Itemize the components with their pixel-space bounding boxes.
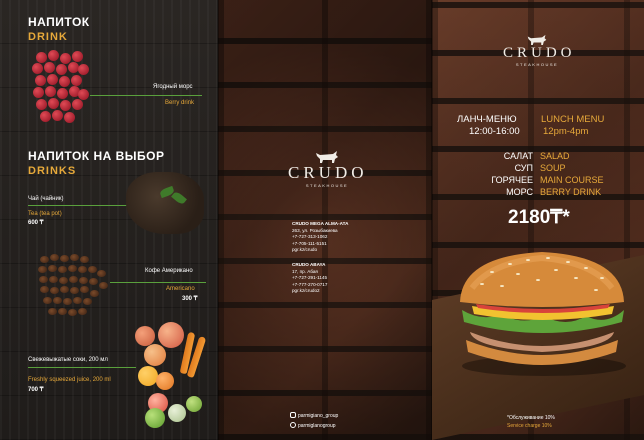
burger-illustration [460,252,626,376]
coffee-beans-cup-illustration [36,252,108,326]
instagram-icon [290,412,296,418]
menu-hours-ru: 12:00-16:00 [469,126,520,137]
tea-name-en: Tea (tea pot) [28,211,62,217]
berry-name-en: Berry drink [165,100,195,106]
menu-item-en: BERRY DRINK [540,187,602,197]
service-note-en: Service charge 10% [507,423,552,429]
menu-item-ru: СУП [514,163,533,173]
coffee-price: 300 ₸ [182,296,198,302]
facebook-handle[interactable]: parmiglanogroup [290,422,336,429]
juice-price: 700 ₸ [28,387,44,393]
coffee-divider [110,282,206,283]
contact-block-abaya: CRUDO ABAYA 17, пр. Абая +7-727-291-1145… [292,262,392,295]
contacts-panel [218,0,432,440]
drink-title-ru: НАПИТОК [28,15,90,29]
contact-address: 17, пр. Абая [292,268,318,274]
contact-phone: +7-727-291-1145 [292,275,328,281]
panel-fold [217,0,219,440]
contact-link[interactable]: pgr.kz/crudo2 [292,288,392,295]
instagram-label: parmigiano_group [298,413,339,419]
juice-name-en: Freshly squeezed juice, 200 ml [28,377,111,383]
lunch-menu-brochure: НАПИТОК DRINK Ягодный морс Berry drink Н… [0,0,644,440]
contact-heading: CRUDO MEGA ALMA-ATA [292,221,349,226]
menu-item-ru: ГОРЯЧЕЕ [491,175,533,185]
bull-icon [316,151,338,163]
service-note-ru: *Обслуживание 10% [507,415,555,421]
menu-item-en: MAIN COURSE [540,175,604,185]
menu-item-en: SALAD [540,151,570,161]
menu-title-ru: ЛАНЧ-МЕНЮ [457,114,517,125]
facebook-icon [290,422,296,428]
tea-price: 600 ₸ [28,220,44,226]
leaf-icon [171,190,187,206]
contact-block-mega: CRUDO MEGA ALMA-ATA 263, ул. Розыбакиева… [292,221,392,254]
logo-wordmark: CRUDO [503,45,576,61]
contact-phone: +7-777-270-0717 [292,281,328,287]
tea-name-ru: Чай (чайник) [28,196,64,202]
crudo-logo-top: CRUDO STEAKHOUSE [503,34,576,67]
menu-price: 2180₸* [508,207,570,228]
coffee-name-ru: Кофе Американо [145,268,193,274]
logo-wordmark: CRUDO [288,163,368,182]
coffee-name-en: Americano [166,286,195,292]
menu-hours-en: 12pm-4pm [543,126,589,137]
contact-phone: +7-727-313-1062 [292,234,328,240]
contact-link[interactable]: pgr.kz/crudo [292,247,392,254]
berry-divider [90,95,202,96]
juice-divider [28,367,136,368]
menu-item-en: SOUP [540,163,566,173]
menu-item-ru: САЛАТ [503,151,533,161]
crudo-logo: CRUDO STEAKHOUSE [288,150,366,188]
contact-address: 263, ул. Розыбакиева [292,227,338,233]
logo-subtitle: STEAKHOUSE [515,62,559,67]
berry-name-ru: Ягодный морс [153,84,193,90]
tea-leaves-illustration [126,172,204,234]
facebook-label: parmiglanogroup [298,423,336,429]
juice-name-ru: Свежевыжатые соки, 200 мл [28,357,108,363]
drinks-title-ru: НАПИТОК НА ВЫБОР [28,149,165,163]
logo-subtitle: STEAKHOUSE [305,183,349,188]
contact-heading: CRUDO ABAYA [292,262,326,267]
instagram-handle[interactable]: parmigiano_group [290,412,338,419]
bull-icon [527,34,547,45]
menu-item-ru: МОРС [506,187,533,197]
drink-title-en: DRINK [28,31,68,43]
drinks-title-en: DRINKS [28,165,77,177]
contact-phone: +7-705-111-5151 [292,240,327,246]
menu-title-en: LUNCH MENU [541,114,605,125]
tea-divider [28,205,128,206]
berries-illustration [32,50,90,130]
